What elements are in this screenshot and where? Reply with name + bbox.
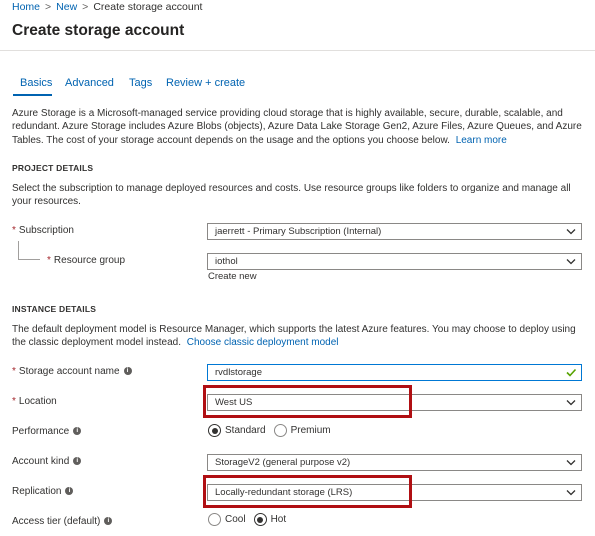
info-icon[interactable]: i — [65, 487, 74, 496]
account-kind-dropdown[interactable]: StorageV2 (general purpose v2) — [207, 454, 582, 471]
tab-basics[interactable]: Basics — [20, 76, 52, 90]
radio-hot-label: Hot — [270, 514, 287, 525]
radio-cool-label: Cool — [225, 514, 246, 525]
performance-label-text: Performance — [12, 426, 70, 437]
radio-hot[interactable] — [253, 513, 267, 526]
radio-premium-label: Premium — [290, 425, 331, 436]
replication-label: Replication i — [12, 486, 74, 498]
intro-paragraph: Azure Storage is a Microsoft-managed ser… — [12, 107, 587, 147]
learn-more-link[interactable]: Learn more — [456, 135, 507, 146]
breadcrumb: Home > New > Create storage account — [12, 1, 202, 13]
storage-account-name-value: rvdlstorage — [215, 367, 262, 378]
subscription-dropdown[interactable]: jaerrett - Primary Subscription (Interna… — [207, 223, 582, 240]
chevron-down-icon — [566, 400, 576, 406]
radio-standard-label: Standard — [225, 425, 266, 436]
checkmark-icon — [566, 368, 577, 377]
location-highlight-box — [203, 385, 412, 418]
replication-label-text: Replication — [12, 486, 62, 497]
resource-group-value: iothol — [215, 256, 238, 267]
tab-review-create[interactable]: Review + create — [166, 76, 245, 90]
performance-radio-group: Standard Premium — [208, 424, 339, 437]
info-icon[interactable]: i — [104, 517, 113, 526]
breadcrumb-home-link[interactable]: Home — [12, 1, 40, 13]
project-details-heading: PROJECT DETAILS — [12, 163, 94, 173]
subscription-label-text: Subscription — [18, 225, 74, 236]
instance-details-heading: INSTANCE DETAILS — [12, 304, 97, 314]
required-asterisk: * — [12, 396, 16, 407]
chevron-down-icon — [566, 460, 576, 466]
subscription-label: * Subscription — [12, 225, 74, 237]
performance-label: Performance i — [12, 426, 82, 438]
info-icon[interactable]: i — [123, 367, 132, 376]
tab-advanced[interactable]: Advanced — [65, 76, 114, 90]
breadcrumb-separator: > — [45, 1, 52, 13]
location-label-text: Location — [18, 396, 57, 407]
resource-group-dropdown[interactable]: iothol — [207, 253, 582, 270]
tree-connector — [18, 241, 19, 259]
required-asterisk: * — [47, 255, 51, 266]
replication-highlight-box — [203, 475, 412, 508]
location-label: * Location — [12, 396, 57, 408]
title-divider — [0, 50, 595, 51]
breadcrumb-new-link[interactable]: New — [56, 1, 77, 13]
account-kind-value: StorageV2 (general purpose v2) — [215, 457, 351, 468]
access-tier-label-text: Access tier (default) — [12, 516, 101, 527]
chevron-down-icon — [566, 490, 576, 496]
chevron-down-icon — [566, 259, 576, 265]
classic-deployment-link[interactable]: Choose classic deployment model — [187, 337, 339, 348]
info-icon[interactable]: i — [73, 457, 82, 466]
project-description: Select the subscription to manage deploy… — [12, 183, 571, 208]
storage-account-name-label-text: Storage account name — [18, 366, 120, 377]
page-title: Create storage account — [12, 22, 185, 39]
account-kind-label: Account kind i — [12, 456, 82, 468]
chevron-down-icon — [566, 229, 576, 235]
access-tier-label: Access tier (default) i — [12, 516, 113, 528]
instance-description: The default deployment model is Resource… — [12, 323, 587, 350]
radio-premium[interactable] — [273, 424, 287, 437]
info-icon[interactable]: i — [73, 427, 82, 436]
storage-account-name-input[interactable]: rvdlstorage — [207, 364, 582, 381]
create-new-link[interactable]: Create new — [208, 271, 257, 283]
active-tab-indicator — [13, 94, 52, 96]
breadcrumb-current: Create storage account — [93, 1, 203, 13]
subscription-value: jaerrett - Primary Subscription (Interna… — [215, 226, 382, 237]
tab-tags[interactable]: Tags — [129, 76, 152, 90]
required-asterisk: * — [12, 225, 16, 236]
account-kind-label-text: Account kind — [12, 456, 70, 467]
tree-connector — [18, 259, 40, 260]
resource-group-label: * Resource group — [47, 255, 125, 267]
breadcrumb-separator: > — [82, 1, 89, 13]
storage-account-name-label: * Storage account name i — [12, 366, 132, 378]
required-asterisk: * — [12, 366, 16, 377]
radio-standard[interactable] — [208, 424, 221, 437]
access-tier-radio-group: Cool Hot — [208, 513, 294, 526]
resource-group-label-text: Resource group — [53, 255, 126, 266]
radio-cool[interactable] — [208, 513, 221, 526]
